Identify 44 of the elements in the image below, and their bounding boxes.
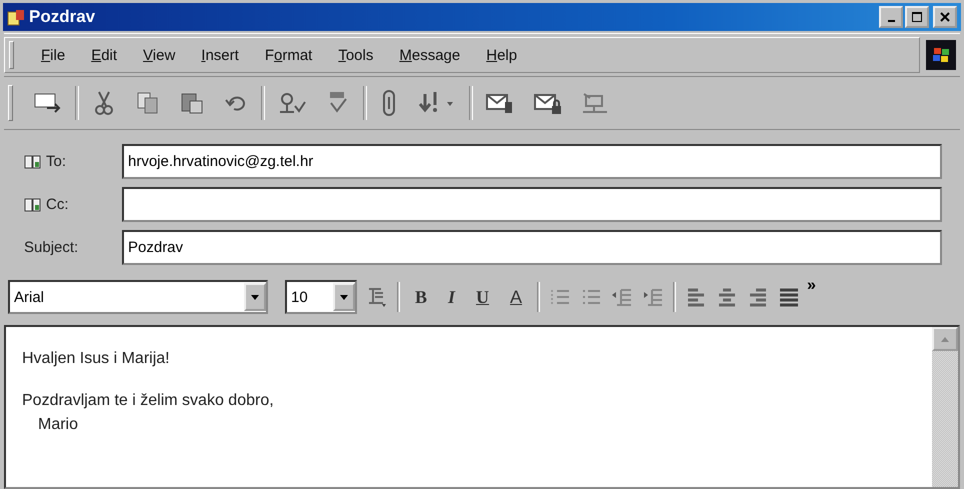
message-body[interactable]: Hvaljen Isus i Marija! Pozdravljam te i želim svako dobro, Mario — [4, 325, 960, 489]
caret-icon — [340, 294, 348, 300]
close-button[interactable] — [933, 6, 957, 28]
input-field[interactable]: hrvoje.hrvatinovic@zg.tel.hr — [122, 144, 942, 179]
font-dropdown[interactable]: Arial — [8, 280, 268, 314]
scrollbar[interactable] — [932, 327, 958, 487]
menu-item[interactable]: View — [130, 46, 188, 64]
close-icon — [940, 12, 950, 22]
address-book-icon[interactable] — [24, 154, 42, 170]
format-button[interactable]: A — [504, 286, 528, 308]
field-label: Subject: — [24, 239, 78, 256]
more-button[interactable]: » — [805, 277, 818, 295]
menu-item[interactable]: Insert — [188, 46, 252, 64]
message-text: Pozdravljam te i želim svako dobro, — [22, 392, 274, 409]
up-arrow-icon — [941, 336, 949, 342]
input-field[interactable] — [122, 187, 942, 222]
format-button[interactable]: I — [442, 286, 462, 308]
format-button[interactable]: U — [470, 286, 496, 308]
menu-item[interactable]: Format — [252, 46, 326, 64]
minimize-button[interactable] — [879, 6, 903, 28]
maximize-icon — [912, 12, 922, 22]
increase-indent-icon[interactable] — [642, 287, 664, 307]
maximize-button[interactable] — [905, 6, 929, 28]
format-button[interactable]: B — [409, 286, 434, 308]
field-label: Cc: — [46, 196, 68, 213]
menu-item[interactable]: Message — [386, 46, 474, 64]
message-text: Mario — [37, 416, 78, 433]
decrease-indent-icon[interactable] — [611, 287, 634, 307]
minimize-icon — [888, 20, 894, 22]
input-field[interactable]: Pozdrav — [122, 230, 942, 265]
font-size-dropdown[interactable]: 10 — [285, 280, 357, 314]
scroll-up-button[interactable] — [932, 327, 958, 351]
window-title: Pozdrav — [29, 7, 96, 27]
address-book-icon[interactable] — [24, 196, 42, 212]
menu-item[interactable]: Help — [473, 46, 530, 64]
menu-item[interactable]: Tools — [325, 46, 386, 64]
field-label: To: — [46, 153, 66, 170]
menu-item[interactable]: Edit — [78, 46, 130, 64]
paragraph-style-icon[interactable] — [366, 286, 388, 308]
caret-icon — [251, 294, 259, 300]
message-text: Hvaljen Isus i Marija! — [22, 350, 170, 367]
justify-icon[interactable] — [778, 287, 800, 307]
menu-item[interactable]: File — [28, 46, 78, 64]
windows-logo-icon — [926, 40, 956, 70]
